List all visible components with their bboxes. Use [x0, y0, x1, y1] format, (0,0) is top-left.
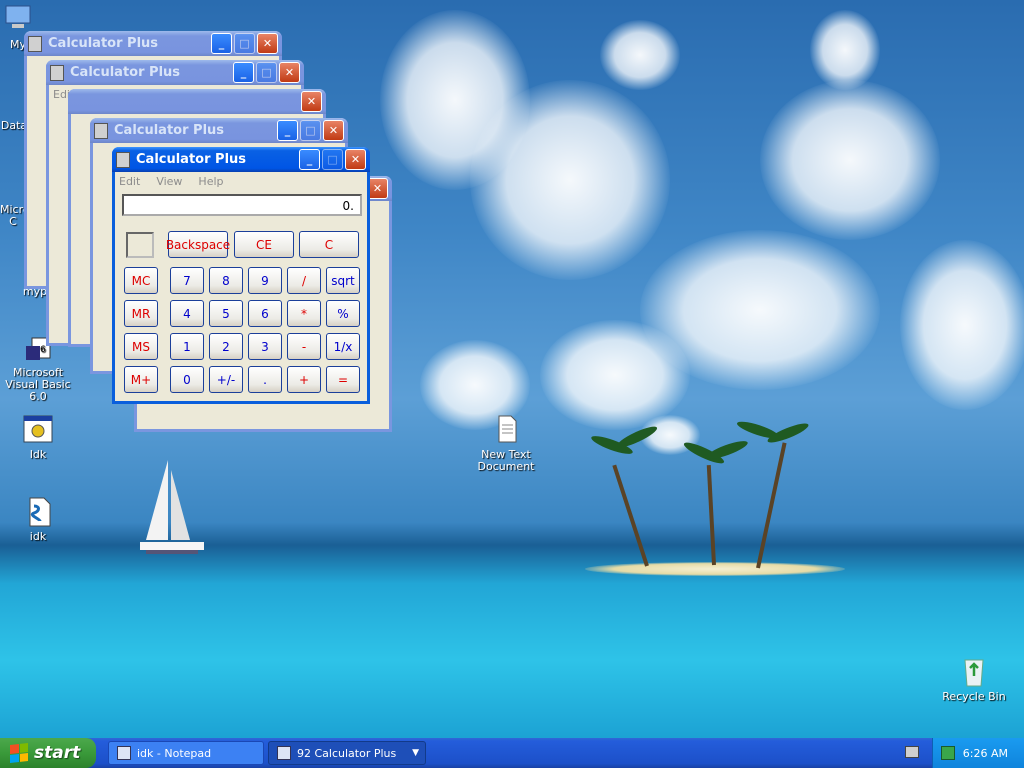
taskbar-item-notepad[interactable]: idk - Notepad: [108, 741, 264, 765]
exe-icon: [22, 414, 54, 446]
close-button[interactable]: ✕: [323, 120, 344, 141]
ce-button[interactable]: CE: [234, 231, 294, 258]
window-title: Calculator Plus: [136, 152, 247, 167]
key-2-1-button[interactable]: 2: [209, 333, 243, 360]
close-button[interactable]: ✕: [257, 33, 278, 54]
calculator-icon: [50, 64, 64, 81]
memory-mc-button[interactable]: MC: [124, 267, 158, 294]
close-button[interactable]: ✕: [345, 149, 366, 170]
calculator-icon: [277, 746, 291, 760]
key-3-1-button[interactable]: +/-: [209, 366, 243, 393]
close-button[interactable]: ✕: [301, 91, 322, 112]
backspace-button[interactable]: Backspace: [166, 231, 230, 258]
key-3-0-button[interactable]: 0: [170, 366, 204, 393]
close-button[interactable]: ✕: [367, 178, 388, 199]
start-button[interactable]: start: [0, 738, 96, 768]
notepad-icon: [117, 746, 131, 760]
clock[interactable]: 6:26 AM: [963, 747, 1008, 760]
key-0-2-button[interactable]: 9: [248, 267, 282, 294]
minimize-button[interactable]: _: [299, 149, 320, 170]
calculator-display: 0.: [122, 194, 362, 216]
memory-mr-button[interactable]: MR: [124, 300, 158, 327]
desktop-icon-idk-exe[interactable]: Idk: [0, 414, 76, 461]
taskbar: start idk - Notepad 92 Calculator Plus ▼…: [0, 738, 1024, 768]
key-0-3-button[interactable]: /: [287, 267, 321, 294]
script-icon: [22, 496, 54, 528]
maximize-button[interactable]: □: [234, 33, 255, 54]
system-tray: 6:26 AM: [932, 738, 1024, 768]
key-1-2-button[interactable]: 6: [248, 300, 282, 327]
menu-edit[interactable]: Edit: [119, 175, 140, 188]
desktop-icon-idk-script[interactable]: idk: [0, 496, 76, 543]
key-3-2-button[interactable]: .: [248, 366, 282, 393]
chevron-down-icon: ▼: [412, 748, 419, 758]
desktop-icon-microsoft[interactable]: Micro C: [0, 204, 30, 228]
sailboat-image: [140, 460, 204, 554]
keyboard-icon[interactable]: [905, 746, 919, 758]
svg-text:6: 6: [40, 345, 46, 355]
menu-view[interactable]: View: [156, 175, 182, 188]
key-1-3-button[interactable]: *: [287, 300, 321, 327]
recycle-bin-icon: [958, 656, 990, 688]
memory-indicator: [126, 232, 154, 258]
desktop-icon-recycle-bin[interactable]: Recycle Bin: [936, 656, 1012, 703]
maximize-button[interactable]: □: [322, 149, 343, 170]
key-0-1-button[interactable]: 8: [209, 267, 243, 294]
calculator-icon: [94, 122, 108, 139]
minimize-button[interactable]: _: [233, 62, 254, 83]
maximize-button[interactable]: □: [300, 120, 321, 141]
key-0-0-button[interactable]: 7: [170, 267, 204, 294]
key-2-3-button[interactable]: -: [287, 333, 321, 360]
calculator-icon: [116, 151, 130, 168]
key-2-2-button[interactable]: 3: [248, 333, 282, 360]
key-1-4-button[interactable]: %: [326, 300, 360, 327]
menu-help[interactable]: Help: [198, 175, 223, 188]
clear-button[interactable]: C: [299, 231, 359, 258]
minimize-button[interactable]: _: [277, 120, 298, 141]
memory-ms-button[interactable]: MS: [124, 333, 158, 360]
key-0-4-button[interactable]: sqrt: [326, 267, 360, 294]
key-3-4-button[interactable]: =: [326, 366, 360, 393]
key-2-4-button[interactable]: 1/x: [326, 333, 360, 360]
key-3-3-button[interactable]: +: [287, 366, 321, 393]
menu-bar: Edit View Help: [115, 172, 367, 190]
taskbar-item-calculator-group[interactable]: 92 Calculator Plus ▼: [268, 741, 426, 765]
key-2-0-button[interactable]: 1: [170, 333, 204, 360]
key-1-1-button[interactable]: 5: [209, 300, 243, 327]
text-file-icon: [490, 414, 522, 446]
minimize-button[interactable]: _: [211, 33, 232, 54]
windows-flag-icon: [10, 743, 28, 763]
desktop-icon-new-text-document[interactable]: New Text Document: [468, 414, 544, 473]
maximize-button[interactable]: □: [256, 62, 277, 83]
calculator-icon: [28, 35, 42, 52]
network-icon[interactable]: [941, 746, 955, 760]
memory-m-plus-button[interactable]: M+: [124, 366, 158, 393]
calculator-window-active[interactable]: Calculator Plus _ □ ✕ Edit View Help 0. Ba…: [112, 147, 370, 404]
close-button[interactable]: ✕: [279, 62, 300, 83]
key-1-0-button[interactable]: 4: [170, 300, 204, 327]
